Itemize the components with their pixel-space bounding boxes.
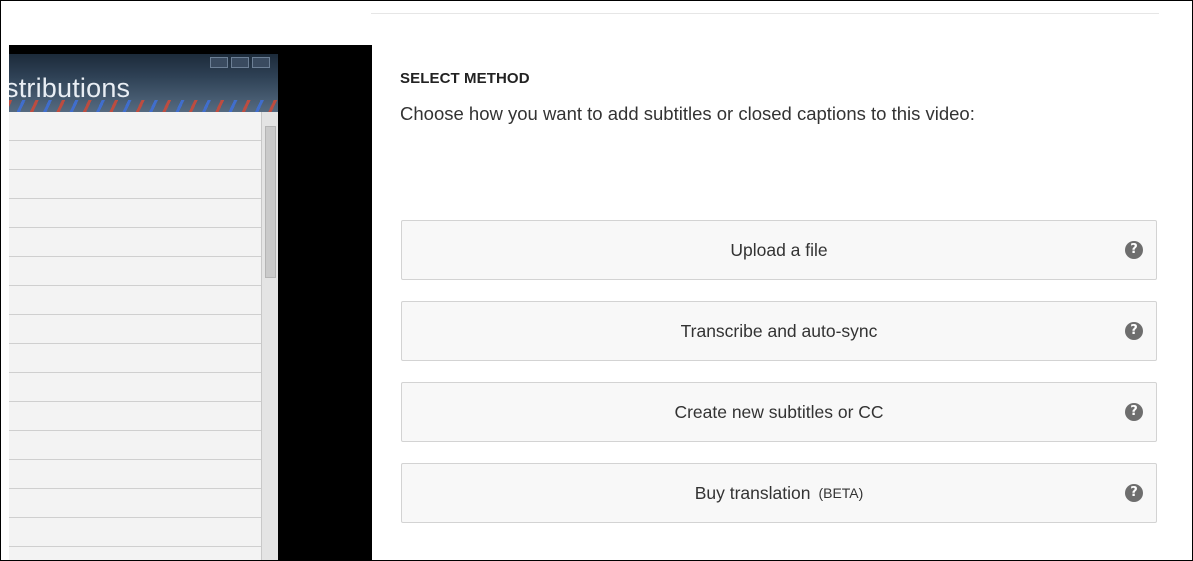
help-icon[interactable]: ?: [1125, 322, 1143, 340]
transcribe-auto-sync-button[interactable]: Transcribe and auto-sync ?: [401, 301, 1157, 361]
help-icon[interactable]: ?: [1125, 484, 1143, 502]
maximize-icon: [231, 57, 249, 68]
window-controls-icon: [198, 57, 270, 68]
method-label: Create new subtitles or CC: [674, 401, 884, 422]
method-label: Transcribe and auto-sync: [680, 320, 878, 341]
scrollbar-thumb: [265, 126, 276, 278]
video-frame-screenshot: stributions: [9, 54, 278, 560]
page-frame: stributions SELECT METHOD Choose how you…: [0, 0, 1193, 561]
select-method-panel: SELECT METHOD Choose how you want to add…: [400, 69, 1160, 523]
help-icon[interactable]: ?: [1125, 403, 1143, 421]
video-scrollbar: [261, 112, 278, 560]
window-titlebar: stributions: [9, 54, 278, 112]
minimize-icon: [210, 57, 228, 68]
close-icon: [252, 57, 270, 68]
method-label: Buy translation: [694, 482, 811, 503]
section-description: Choose how you want to add subtitles or …: [400, 103, 975, 124]
top-divider: [371, 13, 1159, 14]
pen-palette-strip: [9, 100, 278, 112]
create-subtitles-button[interactable]: Create new subtitles or CC ?: [401, 382, 1157, 442]
buy-translation-button[interactable]: Buy translation (BETA) ?: [401, 463, 1157, 523]
beta-badge: (BETA): [818, 485, 864, 501]
method-options: Upload a file ? Transcribe and auto-sync…: [401, 220, 1157, 544]
help-icon[interactable]: ?: [1125, 241, 1143, 259]
upload-file-button[interactable]: Upload a file ?: [401, 220, 1157, 280]
method-label: Upload a file: [730, 239, 828, 260]
video-preview[interactable]: stributions: [9, 45, 372, 560]
section-heading: SELECT METHOD: [400, 70, 530, 87]
spreadsheet-rows: [9, 112, 262, 560]
